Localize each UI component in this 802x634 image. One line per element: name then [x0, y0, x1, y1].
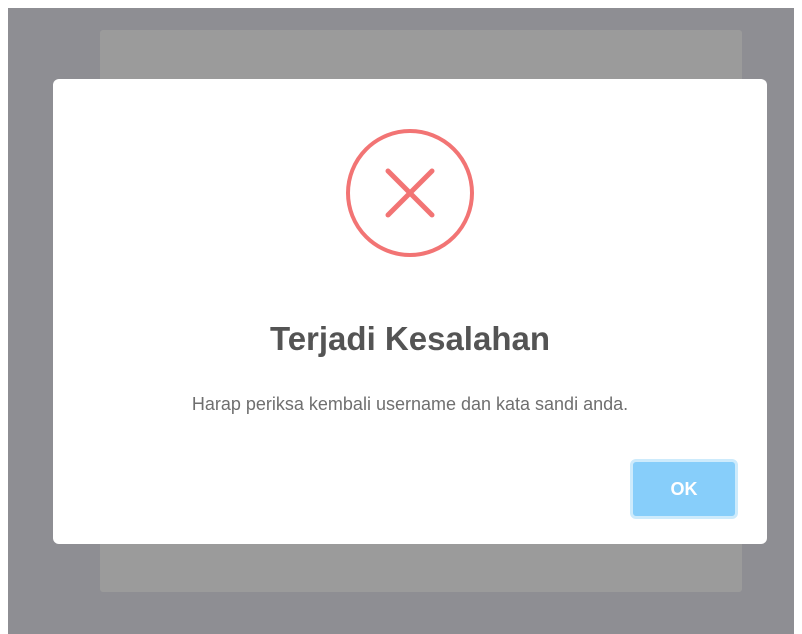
dialog-message: Harap periksa kembali username dan kata …: [191, 394, 629, 414]
error-dialog: Terjadi Kesalahan Harap periksa kembali …: [53, 79, 767, 544]
dialog-title: Terjadi Kesalahan: [269, 320, 550, 357]
ok-button[interactable]: OK: [630, 459, 738, 519]
screen: Terjadi Kesalahan Harap periksa kembali …: [0, 0, 802, 634]
error-x-icon: [346, 129, 474, 257]
